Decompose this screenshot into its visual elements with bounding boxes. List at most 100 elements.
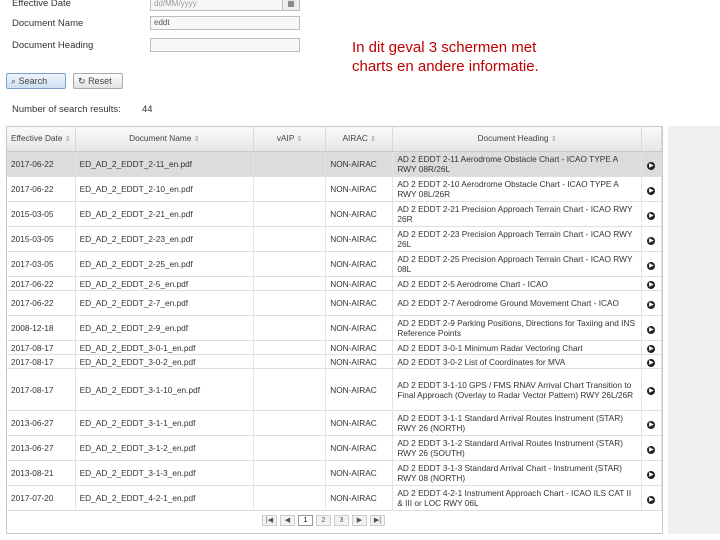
cell-document-heading: AD 2 EDDT 3-0-1 Minimum Radar Vectoring … — [392, 340, 642, 355]
reset-button[interactable]: ↻ Reset — [73, 73, 123, 89]
calendar-button[interactable]: ▦ — [282, 0, 300, 11]
open-document-button[interactable]: ▶ — [641, 176, 663, 202]
search-icon: ⌕ — [11, 76, 17, 86]
table-row[interactable]: 2017-06-22 ED_AD_2_EDDT_2-11_en.pdf NON-AI… — [7, 151, 663, 177]
cell-document-heading: AD 2 EDDT 2-9 Parking Positions, Directi… — [392, 315, 642, 341]
open-document-button[interactable]: ▶ — [641, 485, 663, 511]
cell-airac: NON-AIRAC — [325, 151, 394, 177]
table-row[interactable]: 2017-03-05 ED_AD_2_EDDT_2-25_en.pdf NON-AI… — [7, 251, 663, 277]
cell-document-name: ED_AD_2_EDDT_3-1-2_en.pdf — [75, 435, 255, 461]
cell-effective-date: 2015-03-05 — [7, 226, 76, 252]
open-document-button[interactable]: ▶ — [641, 201, 663, 227]
open-document-button[interactable]: ▶ — [641, 276, 663, 291]
play-icon: ▶ — [647, 161, 656, 170]
table-row[interactable]: 2013-08-21 ED_AD_2_EDDT_3-1-3_en.pdf NON-A… — [7, 460, 663, 486]
col-vaip[interactable]: vAIP ⇕ — [253, 127, 327, 152]
col-document-name[interactable]: Document Name ⇕ — [75, 127, 255, 152]
open-document-button[interactable]: ▶ — [641, 290, 663, 316]
cell-document-heading: AD 2 EDDT 2-7 Aerodrome Ground Movement … — [392, 290, 642, 316]
table-row[interactable]: 2017-08-17 ED_AD_2_EDDT_3-0-2_en.pdf NON-A… — [7, 354, 663, 369]
cell-effective-date: 2017-06-22 — [7, 151, 76, 177]
cell-vaip — [253, 276, 327, 291]
effective-date-field[interactable]: dd/MM/yyyy — [150, 0, 300, 11]
play-icon: ▶ — [647, 281, 656, 289]
open-document-button[interactable]: ▶ — [641, 226, 663, 252]
cell-document-name: ED_AD_2_EDDT_3-0-1_en.pdf — [75, 340, 255, 355]
page-3-button[interactable]: 3 — [334, 515, 349, 526]
cell-vaip — [253, 201, 327, 227]
play-icon: ▶ — [647, 495, 656, 504]
cell-document-name: ED_AD_2_EDDT_2-25_en.pdf — [75, 251, 255, 277]
cell-document-heading: AD 2 EDDT 2-21 Precision Approach Terrai… — [392, 201, 642, 227]
play-icon: ▶ — [647, 387, 656, 395]
page-scrollbar[interactable] — [668, 126, 720, 534]
cell-effective-date: 2017-08-17 — [7, 354, 76, 369]
document-name-field[interactable]: eddt — [150, 16, 300, 30]
cell-document-name: ED_AD_2_EDDT_3-1-1_en.pdf — [75, 410, 255, 436]
results-summary: Number of search results: 44 — [12, 104, 153, 115]
table-row[interactable]: 2013-06-27 ED_AD_2_EDDT_3-1-1_en.pdf NON-A… — [7, 410, 663, 436]
play-icon: ▶ — [647, 470, 656, 479]
search-button[interactable]: ⌕ Search — [6, 73, 66, 89]
cell-vaip — [253, 485, 327, 511]
play-icon: ▶ — [647, 236, 656, 245]
col-effective-date[interactable]: Effective Date ⇕ — [7, 127, 76, 152]
cell-vaip — [253, 315, 327, 341]
cell-effective-date: 2013-06-27 — [7, 435, 76, 461]
open-document-button[interactable]: ▶ — [641, 410, 663, 436]
open-document-button[interactable]: ▶ — [641, 435, 663, 461]
cell-airac: NON-AIRAC — [325, 251, 394, 277]
cell-vaip — [253, 151, 327, 177]
table-row[interactable]: 2017-06-22 ED_AD_2_EDDT_2-5_en.pdf NON-AIR… — [7, 276, 663, 291]
prev-page-button[interactable]: ◀ — [280, 515, 295, 526]
cell-document-heading: AD 2 EDDT 2-25 Precision Approach Terrai… — [392, 251, 642, 277]
cell-document-heading: AD 2 EDDT 4-2-1 Instrument Approach Char… — [392, 485, 642, 511]
first-page-button[interactable]: |◀ — [262, 515, 277, 526]
effective-date-label: Effective Date — [12, 0, 71, 9]
col-airac[interactable]: AIRAC ⇕ — [325, 127, 394, 152]
reset-button-label: Reset — [88, 76, 112, 86]
open-document-button[interactable]: ▶ — [641, 354, 663, 369]
table-row[interactable]: 2015-03-05 ED_AD_2_EDDT_2-23_en.pdf NON-AI… — [7, 226, 663, 252]
play-icon: ▶ — [647, 359, 656, 367]
open-document-button[interactable]: ▶ — [641, 151, 663, 177]
open-document-button[interactable]: ▶ — [641, 460, 663, 486]
play-icon: ▶ — [647, 300, 656, 309]
last-page-button[interactable]: ▶| — [370, 515, 385, 526]
cell-airac: NON-AIRAC — [325, 460, 394, 486]
cell-document-heading: AD 2 EDDT 3-1-2 Standard Arrival Routes … — [392, 435, 642, 461]
page-2-button[interactable]: 2 — [316, 515, 331, 526]
cell-effective-date: 2015-03-05 — [7, 201, 76, 227]
cell-vaip — [253, 354, 327, 369]
annotation-text: In dit geval 3 schermen met charts en an… — [350, 38, 554, 76]
table-row[interactable]: 2015-03-05 ED_AD_2_EDDT_2-21_en.pdf NON-AI… — [7, 201, 663, 227]
cell-vaip — [253, 340, 327, 355]
open-document-button[interactable]: ▶ — [641, 315, 663, 341]
cell-effective-date: 2013-08-21 — [7, 460, 76, 486]
table-row[interactable]: 2017-07-20 ED_AD_2_EDDT_4-2-1_en.pdf NON-A… — [7, 485, 663, 511]
table-row[interactable]: 2017-08-17 ED_AD_2_EDDT_3-0-1_en.pdf NON-A… — [7, 340, 663, 355]
cell-document-heading: AD 2 EDDT 2-23 Precision Approach Terrai… — [392, 226, 642, 252]
next-page-button[interactable]: ▶ — [352, 515, 367, 526]
cell-airac: NON-AIRAC — [325, 276, 394, 291]
play-icon: ▶ — [647, 445, 656, 454]
cell-effective-date: 2017-03-05 — [7, 251, 76, 277]
table-row[interactable]: 2017-08-17 ED_AD_2_EDDT_3-1-10_en.pdf NON-… — [7, 368, 663, 411]
table-row[interactable]: 2017-06-22 ED_AD_2_EDDT_2-10_en.pdf NON-AI… — [7, 176, 663, 202]
cell-vaip — [253, 226, 327, 252]
cell-document-name: ED_AD_2_EDDT_3-1-3_en.pdf — [75, 460, 255, 486]
table-row[interactable]: 2008-12-18 ED_AD_2_EDDT_2-9_en.pdf NON-AIR… — [7, 315, 663, 341]
table-row[interactable]: 2013-06-27 ED_AD_2_EDDT_3-1-2_en.pdf NON-A… — [7, 435, 663, 461]
document-name-label: Document Name — [12, 18, 84, 29]
col-document-heading[interactable]: Document Heading ⇕ — [392, 127, 642, 152]
cell-document-name: ED_AD_2_EDDT_2-9_en.pdf — [75, 315, 255, 341]
open-document-button[interactable]: ▶ — [641, 340, 663, 355]
open-document-button[interactable]: ▶ — [641, 251, 663, 277]
cell-document-heading: AD 2 EDDT 3-0-2 List of Coordinates for … — [392, 354, 642, 369]
col-action — [641, 127, 663, 152]
open-document-button[interactable]: ▶ — [641, 368, 663, 411]
document-heading-field[interactable] — [150, 38, 300, 52]
play-icon: ▶ — [647, 325, 656, 334]
page-1-button[interactable]: 1 — [298, 515, 313, 526]
table-row[interactable]: 2017-06-22 ED_AD_2_EDDT_2-7_en.pdf NON-AIR… — [7, 290, 663, 316]
